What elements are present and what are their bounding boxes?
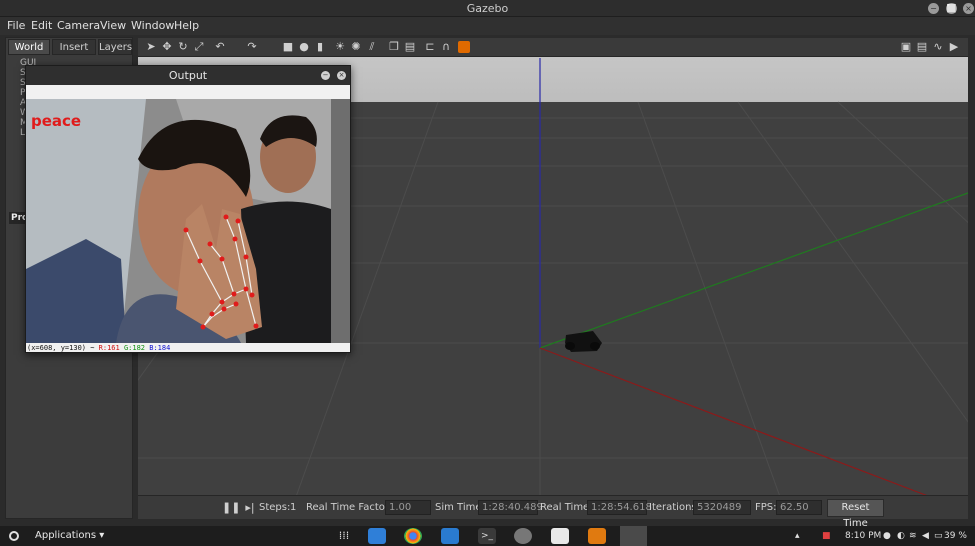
text-editor-icon[interactable] (551, 528, 569, 544)
status-r: R:161 (98, 344, 120, 352)
camera-screenshot-icon[interactable]: ▣ (900, 41, 912, 53)
log-icon[interactable]: ▤ (916, 41, 928, 53)
fps-field: 62.50 (776, 500, 822, 515)
select-icon[interactable]: ➤ (145, 41, 157, 53)
view-angle-icon[interactable] (458, 41, 470, 53)
spot-light-icon[interactable]: ✺ (350, 41, 362, 53)
menu-file[interactable]: File (7, 19, 25, 32)
output-window: Output − × peace (x=608, y=130) ~ R:161 … (25, 65, 351, 353)
status-coords: (x=608, y=130) ~ (27, 344, 95, 352)
chrome-icon[interactable] (404, 528, 422, 544)
wifi-icon[interactable]: ≋ (909, 531, 917, 541)
iterations-field: 5320489 (693, 500, 751, 515)
steps-label: Steps: (259, 502, 291, 513)
fps-label: FPS: (755, 502, 777, 513)
sim-time-field: 1:28:40.489 (478, 500, 543, 515)
system-menu-icon[interactable] (9, 531, 19, 541)
menu-camera[interactable]: Camera (57, 19, 100, 32)
snap-icon[interactable]: ∩ (440, 41, 452, 53)
camera-image: peace (26, 99, 350, 343)
vscode-icon[interactable] (441, 528, 459, 544)
battery-level: 39 % (944, 531, 967, 541)
pause-icon[interactable]: ❚❚ (222, 502, 240, 514)
scale-icon[interactable]: ⤢ (193, 41, 205, 53)
tab-insert[interactable]: Insert (52, 39, 96, 55)
finder-icon[interactable] (368, 528, 386, 544)
status-b: B:184 (149, 344, 171, 352)
taskbar: Applications ▾ ⁞⁞⁞ >_ ▴ ■ 8:10 PM ● ◐ ≋ … (0, 526, 975, 546)
sphere-icon[interactable]: ● (298, 41, 310, 53)
minimize-button[interactable]: − (928, 3, 939, 14)
menu-window[interactable]: Window (131, 19, 174, 32)
steps-value[interactable]: 1 (290, 502, 296, 513)
menu-edit[interactable]: Edit (31, 19, 52, 32)
applications-menu[interactable]: Applications ▾ (35, 530, 104, 541)
reset-time-button[interactable]: Reset Time (827, 499, 884, 529)
record-indicator-icon[interactable]: ■ (822, 531, 831, 541)
battery-icon[interactable]: ▭ (934, 531, 943, 541)
maximize-button[interactable]: ⬜ (946, 3, 957, 14)
point-light-icon[interactable]: ☀ (334, 41, 346, 53)
record-icon[interactable]: ▶ (948, 41, 960, 53)
gesture-label: peace (31, 112, 81, 130)
scene-toolbar: ➤ ✥ ↻ ⤢ ↶ ↷ ■ ● ▮ ☀ ✺ ⫽ ❐ ▤ ⊏ ∩ ▣ ▤ ∿ ▶ (138, 38, 968, 57)
real-time-field: 1:28:54.618 (587, 500, 652, 515)
gazebo-icon[interactable] (588, 528, 606, 544)
directional-light-icon[interactable]: ⫽ (366, 41, 378, 53)
title-bar: Gazebo − ⬜ × (0, 0, 975, 17)
network-icon[interactable]: ◐ (897, 531, 905, 541)
output-close-button[interactable]: × (337, 71, 346, 80)
tab-world[interactable]: World (8, 39, 50, 55)
redo-icon[interactable]: ↷ (246, 41, 258, 53)
menu-bar: File Edit Camera View Window Help (0, 17, 975, 35)
paste-icon[interactable]: ▤ (404, 41, 416, 53)
camera-feed: peace (26, 99, 350, 343)
cylinder-icon[interactable]: ▮ (314, 41, 326, 53)
align-icon[interactable]: ⊏ (424, 41, 436, 53)
simulation-bar: ❚❚ ▸| Steps: 1 Real Time Factor: 1.00 Si… (138, 495, 968, 529)
active-window-tile[interactable] (620, 526, 647, 546)
copy-icon[interactable]: ❐ (388, 41, 400, 53)
terminal-icon[interactable]: >_ (478, 528, 496, 544)
dot-icon: ● (883, 531, 891, 541)
rtf-field: 1.00 (385, 500, 431, 515)
output-title: Output (26, 66, 350, 85)
translate-icon[interactable]: ✥ (161, 41, 173, 53)
window-title: Gazebo (466, 2, 509, 15)
pixel-status: (x=608, y=130) ~ R:161 G:182 B:184 (27, 344, 170, 352)
step-icon[interactable]: ▸| (244, 502, 256, 514)
app-grid-icon[interactable]: ⁞⁞⁞ (335, 528, 353, 544)
box-icon[interactable]: ■ (282, 41, 294, 53)
volume-icon[interactable]: ◀ (922, 531, 929, 541)
clock[interactable]: 8:10 PM (845, 531, 881, 541)
tab-layers[interactable]: Layers (98, 39, 132, 55)
rotate-icon[interactable]: ↻ (177, 41, 189, 53)
status-g: G:182 (123, 344, 146, 352)
menu-help[interactable]: Help (174, 19, 199, 32)
output-minimize-button[interactable]: − (321, 71, 330, 80)
notification-icon[interactable]: ▴ (795, 531, 800, 541)
real-time-label: Real Time: (540, 502, 593, 513)
close-button[interactable]: × (963, 3, 974, 14)
plot-icon[interactable]: ∿ (932, 41, 944, 53)
undo-icon[interactable]: ↶ (214, 41, 226, 53)
left-tabs: World Insert Layers (6, 38, 134, 55)
rtf-label: Real Time Factor: (306, 502, 393, 513)
menu-view[interactable]: View (100, 19, 126, 32)
settings-icon[interactable] (514, 528, 532, 544)
